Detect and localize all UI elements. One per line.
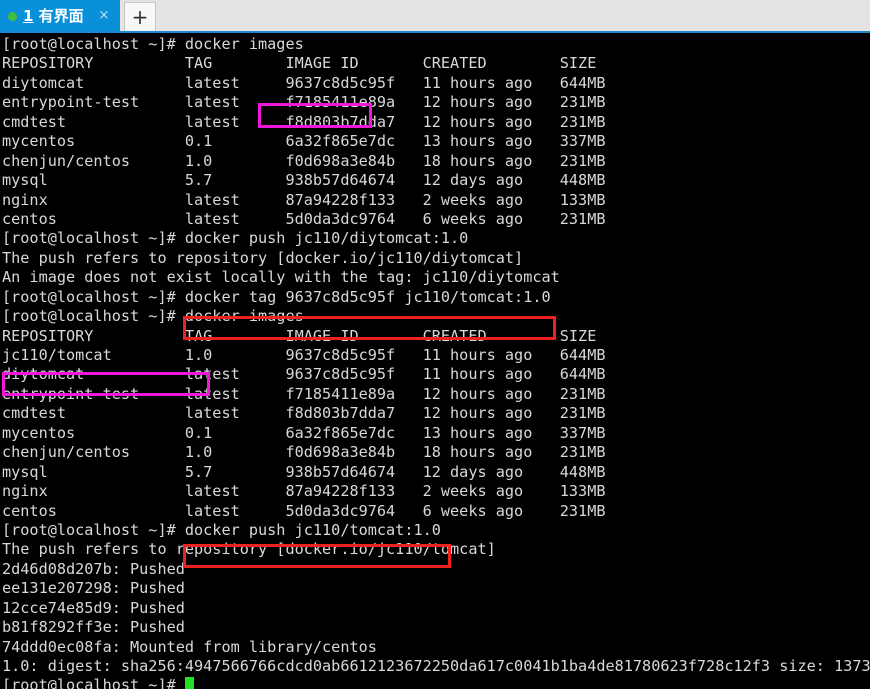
session-status-dot-icon bbox=[8, 12, 17, 21]
terminal-line: chenjun/centos 1.0 f0d698a3e84b 18 hours… bbox=[2, 151, 606, 170]
terminal-line: 1.0: digest: sha256:4947566766cdcd0ab661… bbox=[2, 657, 870, 675]
terminal-line: [root@localhost ~]# docker push jc110/di… bbox=[2, 229, 469, 248]
terminal-line: mysql 5.7 938b57d64674 12 days ago 448MB bbox=[2, 462, 606, 481]
new-tab-button[interactable]: + bbox=[124, 2, 156, 33]
terminal-line: 2d46d08d207b: Pushed bbox=[2, 559, 185, 578]
terminal-line: mysql 5.7 938b57d64674 12 days ago 448MB bbox=[2, 171, 606, 190]
terminal-line: b81f8292ff3e: Pushed bbox=[2, 618, 185, 637]
terminal-line: cmdtest latest f8d803b7dda7 12 hours ago… bbox=[2, 404, 606, 423]
terminal-line: jc110/tomcat 1.0 9637c8d5c95f 11 hours a… bbox=[2, 346, 606, 364]
terminal-screen[interactable]: [root@localhost ~]# docker images REPOSIT… bbox=[2, 35, 870, 689]
block-cursor bbox=[184, 677, 195, 689]
terminal-line: centos latest 5d0da3dc9764 6 weeks ago 2… bbox=[2, 501, 606, 520]
terminal-line: 74ddd0ec08fa: Mounted from library/cento… bbox=[2, 637, 377, 656]
terminal-line: mycentos 0.1 6a32f865e7dc 13 hours ago 3… bbox=[2, 423, 606, 442]
terminal-line: REPOSITORY TAG IMAGE ID CREATED SIZE bbox=[2, 54, 597, 73]
terminal-line: diytomcat latest 9637c8d5c95f 11 hours a… bbox=[2, 365, 606, 384]
terminal-line: centos latest 5d0da3dc9764 6 weeks ago 2… bbox=[2, 209, 606, 228]
terminal-line: 12cce74e85d9: Pushed bbox=[2, 598, 185, 617]
tab-title: 有界面 bbox=[33, 7, 84, 25]
terminal-line: The push refers to repository [docker.io… bbox=[2, 248, 524, 267]
terminal-line: REPOSITORY TAG IMAGE ID CREATED SIZE bbox=[2, 326, 597, 345]
terminal-line: An image does not exist locally with the… bbox=[2, 268, 560, 287]
tab-bar: 1 有界面 × + bbox=[0, 0, 870, 33]
terminal-line: [root@localhost ~]# docker images bbox=[2, 307, 304, 326]
terminal-line: entrypoint-test latest f7185411e89a 12 h… bbox=[2, 384, 606, 403]
close-icon[interactable]: × bbox=[97, 9, 111, 23]
terminal-line: ee131e207298: Pushed bbox=[2, 579, 185, 598]
terminal-line: entrypoint-test latest f7185411e89a 12 h… bbox=[2, 93, 606, 112]
terminal-line: nginx latest 87a94228f133 2 weeks ago 13… bbox=[2, 482, 606, 501]
terminal-line: nginx latest 87a94228f133 2 weeks ago 13… bbox=[2, 190, 606, 209]
tab-index: 1 bbox=[23, 7, 34, 25]
terminal-line: diytomcat latest 9637c8d5c95f 11 hours a… bbox=[2, 73, 606, 92]
terminal-window[interactable]: [root@localhost ~]# docker images REPOSIT… bbox=[0, 33, 870, 689]
terminal-line: chenjun/centos 1.0 f0d698a3e84b 18 hours… bbox=[2, 443, 606, 462]
terminal-tab-1[interactable]: 1 有界面 × bbox=[0, 0, 120, 33]
terminal-line: [root@localhost ~]# docker images bbox=[2, 35, 304, 53]
terminal-tab-1-label: 1 有界面 bbox=[23, 0, 84, 33]
terminal-line: cmdtest latest f8d803b7dda7 12 hours ago… bbox=[2, 112, 606, 131]
shell-prompt: [root@localhost ~]# bbox=[2, 676, 185, 689]
terminal-line: The push refers to repository [docker.io… bbox=[2, 540, 496, 559]
terminal-line: [root@localhost ~]# docker push jc110/to… bbox=[2, 520, 441, 539]
terminal-prompt-line[interactable]: [root@localhost ~]# bbox=[2, 676, 868, 689]
terminal-line: [root@localhost ~]# docker tag 9637c8d5c… bbox=[2, 287, 551, 306]
terminal-line: mycentos 0.1 6a32f865e7dc 13 hours ago 3… bbox=[2, 132, 606, 151]
